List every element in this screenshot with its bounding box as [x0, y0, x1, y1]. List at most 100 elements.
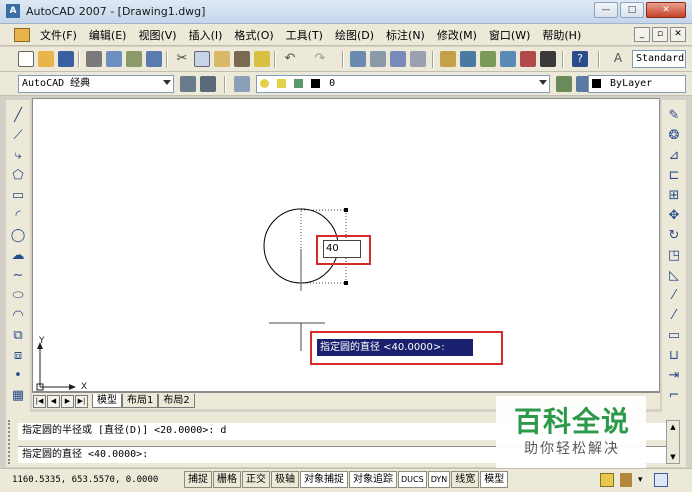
model-toggle[interactable]: 模型 [480, 471, 509, 488]
menu-window[interactable]: 窗口(W) [483, 27, 536, 43]
construction-line-icon[interactable]: ⟋ [10, 128, 26, 144]
mirror-icon[interactable]: ⊿ [666, 148, 682, 164]
erase-icon[interactable]: ✎ [666, 108, 682, 124]
coordinate-readout[interactable]: 1160.5335, 653.5570, 0.0000 [12, 472, 158, 488]
maximize-button[interactable]: □ [620, 2, 644, 18]
text-style-icon[interactable]: A [610, 51, 626, 67]
menu-draw[interactable]: 绘图(D) [329, 27, 380, 43]
menu-tools[interactable]: 工具(T) [280, 27, 329, 43]
doc-restore-button[interactable]: ▫ [652, 27, 668, 42]
polyline-icon[interactable]: ⤷ [10, 148, 26, 164]
menu-file[interactable]: 文件(F) [34, 27, 83, 43]
hatch-icon[interactable]: ▦ [10, 388, 26, 404]
lock-icon[interactable] [620, 473, 632, 487]
circle-icon[interactable]: ◯ [10, 228, 26, 244]
properties-icon[interactable] [440, 51, 456, 67]
menu-modify[interactable]: 修改(M) [431, 27, 483, 43]
copy-object-icon[interactable]: ❂ [666, 128, 682, 144]
publish-icon[interactable] [126, 51, 142, 67]
polygon-icon[interactable]: ⬠ [10, 168, 26, 184]
sheet-set-icon[interactable] [500, 51, 516, 67]
ellipse-arc-icon[interactable]: ◠ [10, 308, 26, 324]
color-select[interactable]: ByLayer [588, 75, 686, 93]
plot-preview-icon[interactable] [106, 51, 122, 67]
layer-select[interactable]: 0 [256, 75, 550, 93]
block-editor-icon[interactable] [254, 51, 270, 67]
tab-layout2[interactable]: 布局2 [158, 394, 195, 408]
menu-edit[interactable]: 编辑(E) [83, 27, 133, 43]
tab-layout1[interactable]: 布局1 [122, 394, 159, 408]
drawing-canvas[interactable]: Y X 40 指定圆的直径 <40.0000>: [32, 98, 660, 392]
next-tab-button[interactable]: ▶ [61, 394, 74, 408]
redo-icon[interactable]: ↷ [312, 51, 328, 67]
insert-block-icon[interactable]: ⧉ [10, 328, 26, 344]
open-icon[interactable] [38, 51, 54, 67]
chevron-down-icon[interactable]: ▾ [638, 475, 643, 485]
minimize-button[interactable]: — [594, 2, 618, 18]
polar-toggle[interactable]: 极轴 [271, 471, 299, 488]
dwf-icon[interactable] [146, 51, 162, 67]
design-center-icon[interactable] [460, 51, 476, 67]
prev-tab-button[interactable]: ◀ [47, 394, 60, 408]
make-block-icon[interactable]: ⧈ [10, 348, 26, 364]
scroll-down-icon[interactable]: ▼ [667, 451, 679, 463]
osnap-toggle[interactable]: 对象捕捉 [300, 471, 348, 488]
array-icon[interactable]: ⊞ [666, 188, 682, 204]
ducs-toggle[interactable]: DUCS [398, 471, 427, 488]
ortho-toggle[interactable]: 正交 [242, 471, 270, 488]
paste-icon[interactable] [214, 51, 230, 67]
zoom-previous-icon[interactable] [410, 51, 426, 67]
scale-icon[interactable]: ◳ [666, 248, 682, 264]
tool-palettes-icon[interactable] [480, 51, 496, 67]
menu-view[interactable]: 视图(V) [132, 27, 182, 43]
doc-minimize-button[interactable]: _ [634, 27, 650, 42]
otrack-toggle[interactable]: 对象追踪 [349, 471, 397, 488]
fillet-icon[interactable]: ⌐ [666, 388, 682, 404]
arc-icon[interactable]: ◜ [10, 208, 26, 224]
line-icon[interactable]: ╱ [10, 108, 26, 124]
first-tab-button[interactable]: |◀ [33, 394, 46, 408]
copy-icon[interactable] [194, 51, 210, 67]
autocad-app-icon[interactable]: A [6, 4, 20, 18]
grid-toggle[interactable]: 栅格 [213, 471, 241, 488]
extend-icon[interactable]: ⁄ [666, 308, 682, 324]
cut-icon[interactable]: ✂ [174, 51, 190, 67]
rectangle-icon[interactable]: ▭ [10, 188, 26, 204]
command-scrollbar[interactable]: ▲ ▼ [666, 420, 680, 464]
chamfer-icon[interactable]: ⇥ [666, 368, 682, 384]
dynamic-input-field[interactable]: 40 [323, 240, 361, 258]
workspace-settings-icon[interactable] [180, 76, 196, 92]
revision-cloud-icon[interactable]: ☁ [10, 248, 26, 264]
dyn-toggle[interactable]: DYN [427, 471, 451, 488]
move-icon[interactable]: ✥ [666, 208, 682, 224]
point-icon[interactable]: • [10, 368, 26, 384]
pan-icon[interactable] [350, 51, 366, 67]
calculator-icon[interactable] [540, 51, 556, 67]
trim-icon[interactable]: ⁄ [666, 288, 682, 304]
zoom-window-icon[interactable] [390, 51, 406, 67]
match-properties-icon[interactable] [234, 51, 250, 67]
my-workspace-icon[interactable] [200, 76, 216, 92]
print-icon[interactable] [86, 51, 102, 67]
command-window-grip[interactable] [8, 420, 14, 464]
save-icon[interactable] [58, 51, 74, 67]
make-object-layer-current-icon[interactable] [556, 76, 572, 92]
clean-screen-icon[interactable] [654, 473, 668, 487]
offset-icon[interactable]: ⊏ [666, 168, 682, 184]
spline-icon[interactable]: ∼ [10, 268, 26, 284]
tab-model[interactable]: 模型 [92, 394, 122, 408]
scroll-up-icon[interactable]: ▲ [667, 421, 679, 433]
markup-icon[interactable] [520, 51, 536, 67]
layer-manager-icon[interactable] [234, 76, 250, 92]
menu-format[interactable]: 格式(O) [228, 27, 279, 43]
close-button[interactable]: ✕ [646, 2, 686, 18]
rotate-icon[interactable]: ↻ [666, 228, 682, 244]
workspace-select[interactable]: AutoCAD 经典 [18, 75, 174, 93]
zoom-realtime-icon[interactable] [370, 51, 386, 67]
stretch-icon[interactable]: ◺ [666, 268, 682, 284]
undo-icon[interactable]: ↶ [282, 51, 298, 67]
new-icon[interactable] [18, 51, 34, 67]
join-icon[interactable]: ⊔ [666, 348, 682, 364]
annotation-scale-icon[interactable] [600, 473, 614, 487]
snap-toggle[interactable]: 捕捉 [184, 471, 212, 488]
